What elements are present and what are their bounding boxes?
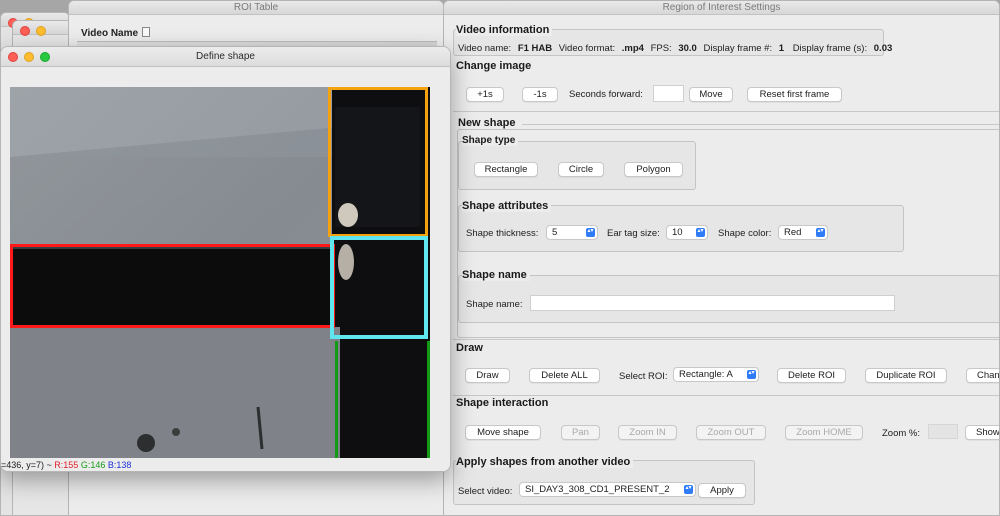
zoom-light-icon[interactable] xyxy=(40,52,50,62)
apply-button[interactable]: Apply xyxy=(698,483,746,498)
apply-shapes-heading: Apply shapes from another video xyxy=(456,456,634,468)
roi-green-rectangle[interactable] xyxy=(335,341,430,458)
move-shape-button[interactable]: Move shape xyxy=(465,425,541,440)
video-name-label: Video name: F1 HAB Video format: .mp4 FP… xyxy=(458,43,892,54)
shape-attributes-heading: Shape attributes xyxy=(462,200,552,212)
video-info-heading: Video information xyxy=(456,24,553,36)
display-frame-key: Display frame #: xyxy=(703,43,773,54)
interaction-divider xyxy=(453,395,999,396)
pixel-blue-value: B:138 xyxy=(107,460,132,470)
display-frame-value: 1 xyxy=(778,43,785,54)
minimize-light-icon[interactable] xyxy=(24,52,34,62)
pixel-red-value: R:155 xyxy=(54,460,79,470)
video-frame-canvas[interactable] xyxy=(10,87,430,458)
circle-button[interactable]: Circle xyxy=(558,162,604,177)
zoom-in-button[interactable]: Zoom IN xyxy=(618,425,677,440)
polygon-button[interactable]: Polygon xyxy=(624,162,683,177)
display-frame-s-value: 0.03 xyxy=(873,43,893,54)
ear-tag-size-label: Ear tag size: xyxy=(607,228,660,239)
roi-red-rectangle[interactable] xyxy=(10,244,335,328)
display-frame-s-key: Display frame (s): xyxy=(792,43,868,54)
pixel-info-status: =436, y=7) ~ R:155 G:146 B:138 xyxy=(1,458,450,471)
duplicate-roi-button[interactable]: Duplicate ROI xyxy=(865,368,947,383)
change-image-heading: Change image xyxy=(456,60,535,72)
minus-1s-button[interactable]: -1s xyxy=(522,87,558,102)
video-format-key: Video format: xyxy=(558,43,616,54)
chevron-updown-icon: ▴▾ xyxy=(684,485,693,494)
shape-color-select[interactable]: Red ▴▾ xyxy=(778,225,828,240)
video-name-label: Video Name xyxy=(81,28,139,39)
define-shape-window: Define shape =436, y=7) ~ R:155 G:146 B:… xyxy=(0,46,451,472)
shape-thickness-value: 5 xyxy=(552,227,558,238)
pan-button[interactable]: Pan xyxy=(561,425,600,440)
shape-color-value: Red xyxy=(784,227,802,238)
seconds-forward-input[interactable] xyxy=(653,85,684,102)
roi-cyan-rectangle[interactable] xyxy=(330,236,428,339)
fps-key: FPS: xyxy=(650,43,672,54)
chevron-updown-icon: ▴▾ xyxy=(586,228,595,237)
video-name-column-header[interactable]: Video Name xyxy=(81,27,151,39)
ear-tag-size-value: 10 xyxy=(672,227,683,238)
zoom-percent-label: Zoom %: xyxy=(882,428,921,439)
rectangle-button[interactable]: Rectangle xyxy=(474,162,538,177)
change-image-divider xyxy=(453,111,999,112)
shape-color-label: Shape color: xyxy=(718,228,772,239)
video-name-value: F1 HAB xyxy=(517,43,553,54)
change-button[interactable]: Chang xyxy=(966,368,999,383)
move-button[interactable]: Move xyxy=(689,87,733,102)
select-roi-label: Select ROI: xyxy=(619,371,668,382)
select-roi-dropdown[interactable]: Rectangle: A ▴▾ xyxy=(673,367,759,382)
shape-thickness-select[interactable]: 5 ▴▾ xyxy=(546,225,598,240)
shape-type-heading: Shape type xyxy=(462,135,519,146)
seconds-forward-label: Seconds forward: xyxy=(569,89,643,100)
new-shape-heading: New shape xyxy=(458,117,519,129)
document-icon xyxy=(142,27,151,37)
roi-table-titlebar: ROI Table xyxy=(69,1,443,15)
define-shape-title: Define shape xyxy=(196,51,255,62)
chevron-updown-icon: ▴▾ xyxy=(816,228,825,237)
ear-tag-size-select[interactable]: 10 ▴▾ xyxy=(666,225,708,240)
chevron-updown-icon: ▴▾ xyxy=(747,370,756,379)
new-shape-divider xyxy=(522,124,999,125)
close-light-icon[interactable] xyxy=(8,52,18,62)
draw-heading: Draw xyxy=(456,342,486,354)
zoom-percent-input[interactable] xyxy=(928,424,958,439)
shape-name-heading: Shape name xyxy=(462,269,530,281)
draw-top-divider xyxy=(453,339,999,340)
select-video-label: Select video: xyxy=(458,486,513,497)
video-format-value: .mp4 xyxy=(621,43,644,54)
shape-name-input[interactable] xyxy=(530,295,895,311)
roi-settings-window: Region of Interest Settings Video inform… xyxy=(443,0,1000,516)
select-roi-value: Rectangle: A xyxy=(679,369,733,380)
fps-value: 30.0 xyxy=(678,43,697,54)
select-video-value: SI_DAY3_308_CD1_PRESENT_2 xyxy=(525,484,670,495)
shape-name-label: Shape name: xyxy=(466,299,523,310)
chevron-updown-icon: ▴▾ xyxy=(696,228,705,237)
select-video-dropdown[interactable]: SI_DAY3_308_CD1_PRESENT_2 ▴▾ xyxy=(519,482,696,497)
define-shape-titlebar: Define shape xyxy=(1,47,450,67)
delete-all-button[interactable]: Delete ALL xyxy=(529,368,600,383)
show-button[interactable]: Show xyxy=(965,425,999,440)
delete-roi-button[interactable]: Delete ROI xyxy=(777,368,846,383)
zoom-out-button[interactable]: Zoom OUT xyxy=(696,425,766,440)
video-name-key: Video name: xyxy=(458,43,512,54)
plus-1s-button[interactable]: +1s xyxy=(466,87,504,102)
cursor-coordinates: =436, y=7) ~ xyxy=(1,460,55,470)
shape-thickness-label: Shape thickness: xyxy=(466,228,539,239)
roi-settings-titlebar: Region of Interest Settings xyxy=(444,1,999,15)
shape-interaction-heading: Shape interaction xyxy=(456,397,552,409)
reset-first-frame-button[interactable]: Reset first frame xyxy=(747,87,842,102)
pixel-green-value: G:146 xyxy=(80,460,106,470)
roi-orange-rectangle[interactable] xyxy=(328,87,428,237)
zoom-home-button[interactable]: Zoom HOME xyxy=(785,425,863,440)
draw-button[interactable]: Draw xyxy=(465,368,510,383)
